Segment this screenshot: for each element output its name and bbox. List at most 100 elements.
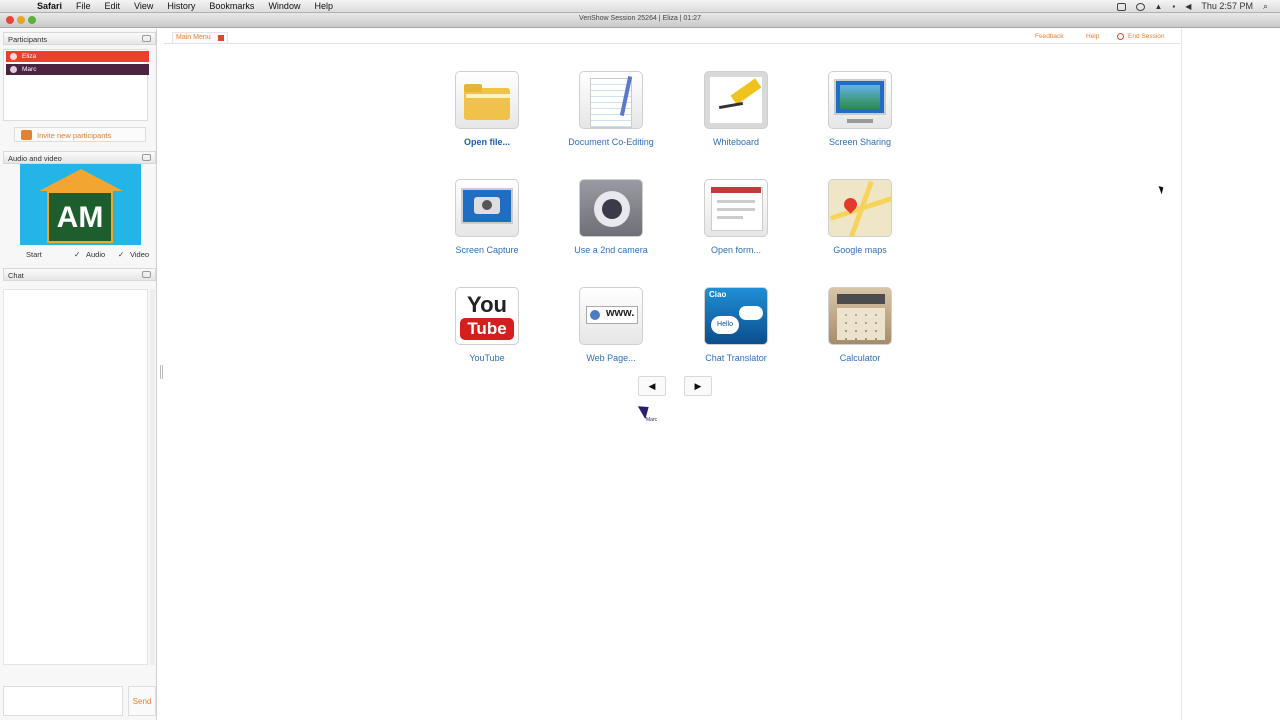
tile-label: Screen Capture (455, 245, 519, 255)
spotlight-icon[interactable]: ⌕ (1263, 0, 1268, 13)
start-video-button[interactable]: Start (26, 250, 42, 259)
participants-settings-icon[interactable] (142, 35, 151, 42)
participants-header: Participants (3, 32, 156, 45)
user-icon (10, 53, 17, 60)
youtube-icon: You Tube (455, 287, 519, 345)
window-title: VeriShow Session 25264 | Eliza | 01:27 (579, 15, 701, 22)
menu-window[interactable]: Window (268, 0, 300, 13)
tile-calculator[interactable]: Calculator (810, 287, 910, 363)
video-checkbox-label: Video (130, 250, 150, 259)
menu-app[interactable]: Safari (37, 0, 62, 13)
map-icon (828, 179, 892, 237)
participants-title: Participants (8, 35, 48, 44)
participant-row[interactable]: Eliza (6, 51, 149, 62)
clock[interactable]: Thu 2:57 PM (1201, 0, 1253, 13)
feedback-link[interactable]: Feedback (1035, 33, 1064, 40)
battery-icon[interactable] (1116, 2, 1126, 11)
tile-screen-sharing[interactable]: Screen Sharing (810, 71, 910, 147)
tile-label: Document Co-Editing (568, 137, 654, 147)
invite-label: Invite new participants (37, 131, 112, 140)
tile-label: YouTube (469, 353, 505, 363)
breadcrumb[interactable]: Main Menu (172, 32, 228, 44)
chat-input[interactable] (3, 686, 123, 716)
tile-label: Whiteboard (712, 137, 760, 147)
audio-checkbox-label: Audio (86, 250, 106, 259)
flag-icon[interactable]: ▪ (1172, 0, 1175, 13)
remote-cursor-label: Marc (646, 417, 658, 423)
tile-second-camera[interactable]: Use a 2nd camera (561, 179, 661, 255)
chat-header: Chat (3, 268, 156, 281)
sidebar-resize-handle[interactable] (160, 365, 163, 379)
tile-label: Open form... (710, 245, 762, 255)
menu-view[interactable]: View (134, 0, 153, 13)
tile-youtube[interactable]: You Tube YouTube (437, 287, 537, 363)
participant-name: Eliza (22, 53, 37, 60)
user-icon (10, 66, 17, 73)
breadcrumb-label: Main Menu (176, 34, 211, 41)
end-session-icon[interactable] (1117, 33, 1124, 40)
status-area: ▲ ▪ ◀ Thu 2:57 PM ⌕ (1116, 0, 1268, 13)
mouse-cursor-icon (1158, 184, 1166, 195)
audio-video-title: Audio and video (8, 154, 62, 163)
video-checkbox-mark[interactable]: ✓ (118, 250, 124, 259)
send-button[interactable]: Send (128, 686, 156, 716)
audio-checkbox-mark[interactable]: ✓ (74, 250, 80, 259)
menu-history[interactable]: History (167, 0, 195, 13)
menu-list: Safari File Edit View History Bookmarks … (37, 0, 347, 13)
time-machine-icon[interactable] (1135, 2, 1145, 11)
chat-settings-icon[interactable] (142, 271, 151, 278)
form-icon (704, 179, 768, 237)
audio-video-header: Audio and video (3, 151, 156, 164)
help-link[interactable]: Help (1086, 33, 1099, 40)
wifi-icon[interactable]: ▲ (1155, 0, 1163, 13)
window-title-bar: VeriShow Session 25264 | Eliza | 01:27 (0, 13, 1280, 28)
menu-bookmarks[interactable]: Bookmarks (209, 0, 254, 13)
tile-label: Google maps (833, 245, 887, 255)
menu-bar: Safari File Edit View History Bookmarks … (0, 0, 1280, 13)
tile-open-form[interactable]: Open form... (686, 179, 786, 255)
prev-page-button[interactable]: ◀ (638, 376, 666, 396)
tile-screen-capture[interactable]: Screen Capture (437, 179, 537, 255)
tile-google-maps[interactable]: Google maps (810, 179, 910, 255)
tile-label: Screen Sharing (828, 137, 892, 147)
tile-label: Open file... (463, 137, 510, 147)
tile-chat-translator[interactable]: Ciao Hello Chat Translator (686, 287, 786, 363)
house-roof-icon (39, 169, 123, 191)
tile-open-file[interactable]: Open file... (437, 71, 537, 147)
chat-scrollbar[interactable] (150, 289, 155, 665)
whiteboard-icon (704, 71, 768, 129)
monitor-icon (828, 71, 892, 129)
main-top-bar (164, 30, 1180, 44)
participant-name: Marc (22, 66, 37, 73)
invite-icon (21, 130, 32, 140)
participants-list: Eliza Marc (3, 49, 149, 121)
tile-web-page[interactable]: www. Web Page... (561, 287, 661, 363)
menu-file[interactable]: File (76, 0, 91, 13)
chat-title: Chat (8, 271, 24, 280)
tile-document-co-editing[interactable]: Document Co-Editing (561, 71, 661, 147)
camera-capture-icon (455, 179, 519, 237)
notepad-icon (579, 71, 643, 129)
web-page-icon: www. (579, 287, 643, 345)
tile-label: Web Page... (586, 353, 636, 363)
video-avatar: AM (47, 191, 113, 243)
next-page-button[interactable]: ▶ (684, 376, 712, 396)
invite-participants-button[interactable]: Invite new participants (14, 127, 146, 142)
tile-label: Chat Translator (705, 353, 767, 363)
end-session-link[interactable]: End Session (1128, 33, 1165, 40)
webcam-icon (579, 179, 643, 237)
calculator-icon (828, 287, 892, 345)
volume-icon[interactable]: ◀ (1185, 0, 1191, 13)
tile-whiteboard[interactable]: Whiteboard (686, 71, 786, 147)
home-icon[interactable] (217, 35, 224, 41)
tile-label: Calculator (839, 353, 881, 363)
tile-label: Use a 2nd camera (574, 245, 648, 255)
chat-messages[interactable] (3, 289, 148, 665)
menu-edit[interactable]: Edit (105, 0, 121, 13)
content-divider (1181, 28, 1182, 720)
translator-icon: Ciao Hello (704, 287, 768, 345)
participant-row[interactable]: Marc (6, 64, 149, 75)
audio-video-settings-icon[interactable] (142, 154, 151, 161)
folder-icon (455, 71, 519, 129)
menu-help[interactable]: Help (314, 0, 333, 13)
